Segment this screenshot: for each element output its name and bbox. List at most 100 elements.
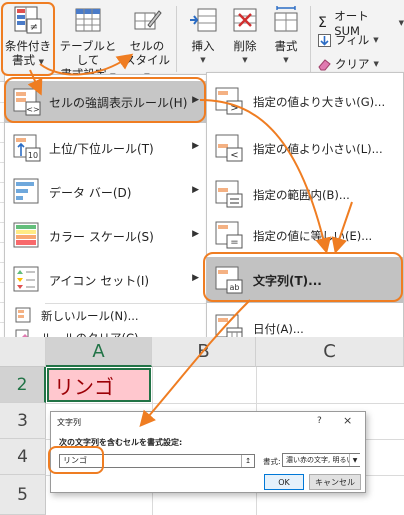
menu-item-icon-sets[interactable]: アイコン セット(I) ▶ (5, 259, 209, 301)
cell-a2[interactable]: リンゴ (47, 368, 151, 402)
menu-item-new-rule[interactable]: 新しいルール(N)... (5, 305, 209, 325)
menu-item-label: カラー スケール(S) (49, 230, 154, 244)
insert-button[interactable]: 挿入 ▼ (182, 2, 224, 76)
cell-style-button[interactable]: セルの スタイル ▼ (122, 2, 172, 80)
conditional-format-menu: <> セルの強調表示ルール(H) ▶ 10 上位/下位ルール(T) ▶ データ … (4, 74, 210, 340)
conditional-format-label-1: 条件付き (5, 39, 51, 53)
submenu-item-equal-to[interactable]: = 指定の値に等しい(E)... (207, 217, 403, 253)
delete-icon (230, 5, 260, 35)
submenu-item-label: 指定の範囲内(B)... (253, 188, 350, 202)
cell-style-icon (132, 5, 162, 35)
submenu-item-label: 指定の値に等しい(E)... (253, 229, 373, 243)
select-all-corner[interactable] (0, 337, 46, 367)
submenu-item-greater-than[interactable]: > 指定の値より大きい(G)... (207, 77, 403, 125)
menu-item-color-scales[interactable]: カラー スケール(S) ▶ (5, 215, 209, 257)
cell-gridline (46, 403, 404, 404)
fill-label: フィル (335, 33, 370, 47)
column-header-b[interactable]: B (152, 337, 256, 367)
delete-caret: ▼ (242, 56, 248, 64)
insert-icon (188, 5, 218, 35)
text-input[interactable]: リンゴ (59, 454, 255, 468)
submenu-arrow-icon: ▶ (192, 95, 199, 105)
insert-caret: ▼ (200, 56, 206, 64)
menu-divider (45, 303, 207, 304)
format-label: 書式 (274, 39, 298, 53)
submenu-arrow-icon: ▶ (192, 273, 199, 283)
fill-caret: ▼ (373, 36, 379, 44)
svg-text:<>: <> (26, 105, 39, 114)
svg-text:10: 10 (28, 151, 38, 160)
row-header-3[interactable]: 3 (0, 403, 46, 439)
submenu-arrow-icon: ▶ (192, 141, 199, 151)
submenu-item-label: 日付(A)... (253, 322, 304, 336)
color-scales-icon (13, 222, 41, 250)
svg-text:>: > (230, 103, 238, 114)
menu-item-label: データ バー(D) (49, 186, 132, 200)
row-header-2[interactable]: 2 (0, 367, 46, 403)
format-label: 書式: (263, 457, 281, 466)
submenu-item-label: 指定の値より大きい(G)... (253, 95, 386, 109)
menu-item-label: アイコン セット(I) (49, 274, 150, 288)
submenu-item-text-contains[interactable]: ab 文字列(T)... (207, 257, 403, 303)
delete-button[interactable]: 削除 ▼ (226, 2, 264, 76)
delete-label: 削除 (233, 39, 257, 53)
column-header-c[interactable]: C (256, 337, 404, 367)
clear-caret: ▼ (373, 60, 379, 68)
top-bottom-rules-icon: 10 (13, 134, 41, 162)
ok-button[interactable]: OK (264, 474, 304, 490)
text-contains-icon: ab (215, 266, 243, 294)
highlight-cells-rules-icon: <> (13, 88, 41, 116)
highlight-rules-submenu: > 指定の値より大きい(G)... < 指定の値より小さい(L)... 指定の範… (206, 72, 404, 352)
format-button[interactable]: 書式 ▼ (266, 2, 306, 76)
cancel-button[interactable]: キャンセル (309, 474, 361, 490)
submenu-item-between[interactable]: 指定の範囲内(B)... (207, 171, 403, 217)
format-as-table-button[interactable]: テーブルとして 書式設定 ▼ (54, 2, 122, 81)
cell-style-label-1: セルの (129, 39, 165, 53)
autosum-caret: ▼ (398, 19, 404, 27)
fill-button[interactable]: フィル ▼ (318, 32, 379, 48)
between-icon (215, 180, 243, 208)
submenu-item-label: 文字列(T)... (253, 274, 322, 288)
format-as-table-label-1: テーブルとして (59, 39, 117, 67)
new-rule-icon (15, 307, 31, 323)
equal-to-icon: = (215, 221, 243, 249)
format-caret: ▼ (283, 56, 289, 64)
conditional-format-label-2: 書式 ▼ (11, 53, 45, 67)
menu-item-highlight-cells-rules[interactable]: <> セルの強調表示ルール(H) ▶ (5, 81, 209, 123)
close-button[interactable]: × (343, 414, 352, 427)
svg-text:≠: ≠ (30, 22, 38, 33)
submenu-arrow-icon: ▶ (192, 185, 199, 195)
dialog-heading: 次の文字列を含むセルを書式設定: (59, 438, 183, 447)
help-button[interactable]: ? (317, 416, 322, 426)
data-bars-icon (13, 178, 41, 206)
fill-down-icon (318, 33, 331, 47)
ribbon-separator (176, 6, 177, 72)
greater-than-icon: > (215, 87, 243, 115)
row-header-5[interactable]: 5 (0, 475, 46, 515)
clear-button[interactable]: クリア ▼ (318, 56, 379, 72)
conditional-format-button[interactable]: ≠ 条件付き 書式 ▼ (2, 2, 54, 76)
dialog-title: 文字列 (57, 418, 81, 427)
submenu-arrow-icon: ▶ (192, 229, 199, 239)
eraser-icon (318, 58, 331, 71)
clear-label: クリア (335, 57, 370, 71)
chevron-down-icon[interactable]: ▼ (349, 454, 360, 466)
menu-item-label: 上位/下位ルール(T) (49, 142, 154, 156)
ribbon: ≠ 条件付き 書式 ▼ テーブルとして 書式設定 ▼ (0, 0, 404, 82)
format-icon (271, 5, 301, 35)
column-header-a[interactable]: A (46, 337, 152, 367)
range-select-icon[interactable]: ↥ (241, 455, 254, 467)
insert-label: 挿入 (191, 39, 215, 53)
conditional-format-icon: ≠ (13, 5, 43, 35)
svg-text:ab: ab (230, 283, 240, 292)
less-than-icon: < (215, 134, 243, 162)
ribbon-separator-2 (310, 6, 311, 72)
icon-sets-icon (13, 266, 41, 294)
menu-item-label: 新しいルール(N)... (41, 309, 139, 323)
menu-item-top-bottom-rules[interactable]: 10 上位/下位ルール(T) ▶ (5, 127, 209, 169)
svg-text:=: = (230, 237, 238, 248)
row-header-4[interactable]: 4 (0, 439, 46, 475)
submenu-item-label: 指定の値より小さい(L)... (253, 142, 383, 156)
submenu-item-less-than[interactable]: < 指定の値より小さい(L)... (207, 125, 403, 171)
menu-item-data-bars[interactable]: データ バー(D) ▶ (5, 171, 209, 213)
